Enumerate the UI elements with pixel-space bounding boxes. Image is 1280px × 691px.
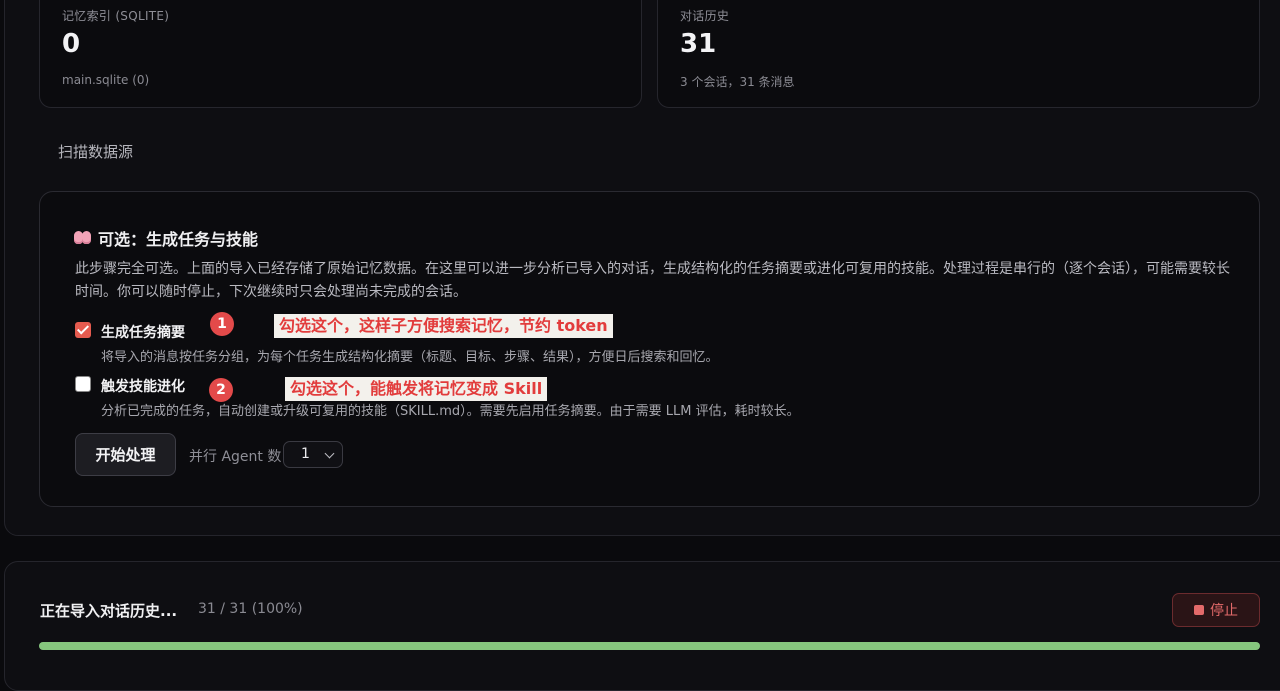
stat-label: 记忆索引 (SQLITE) [62,9,170,23]
import-progress-fill [39,642,1260,650]
parallel-agents-select[interactable]: 1 [283,441,343,468]
option-label[interactable]: 生成任务摘要 [101,322,185,342]
stat-card-memory-index: 记忆索引 (SQLITE) 0 main.sqlite (0) [39,0,642,108]
annotation-badge-1: 1 [210,312,234,336]
import-progress-bar [39,642,1260,650]
skill-evolution-checkbox[interactable] [75,376,91,392]
stop-button[interactable]: 停止 [1172,593,1260,627]
start-processing-button[interactable]: 开始处理 [75,433,176,476]
option-label[interactable]: 触发技能进化 [101,376,185,396]
stat-card-chat-history: 对话历史 31 3 个会话，31 条消息 [657,0,1260,108]
stat-label: 对话历史 [680,9,730,23]
chevron-down-icon [324,448,335,459]
parallel-agents-label: 并行 Agent 数 [189,449,282,465]
section-title: 扫描数据源 [58,143,134,161]
brain-icon [74,230,92,246]
task-summary-checkbox[interactable] [75,322,91,338]
annotation-note-2: 勾选这个，能触发将记忆变成 Skill [285,377,548,401]
parallel-agents-value: 1 [301,446,310,462]
annotation-badge-2: 2 [209,378,233,402]
option-description: 分析已完成的任务，自动创建或升级可复用的技能（SKILL.md）。需要先启用任务… [101,404,800,419]
stat-sub: 3 个会话，31 条消息 [680,75,795,89]
process-title-text: 可选：生成任务与技能 [98,230,259,249]
stat-value: 31 [680,29,717,59]
option-description: 将导入的消息按任务分组，为每个任务生成结构化摘要（标题、目标、步骤、结果），方便… [101,350,719,365]
stat-value: 0 [62,29,81,59]
stop-button-label: 停止 [1210,603,1238,619]
import-title: 正在导入对话历史... [40,602,178,620]
process-title: 可选：生成任务与技能 [74,226,258,250]
process-description: 此步骤完全可选。上面的导入已经存储了原始记忆数据。在这里可以进一步分析已导入的对… [75,261,1230,300]
annotation-note-1: 勾选这个，这样子方便搜索记忆，节约 token [274,314,613,338]
stop-icon [1194,605,1204,615]
import-panel [4,561,1280,691]
import-progress-text: 31 / 31 (100%) [198,601,303,617]
stat-sub: main.sqlite (0) [62,73,150,87]
